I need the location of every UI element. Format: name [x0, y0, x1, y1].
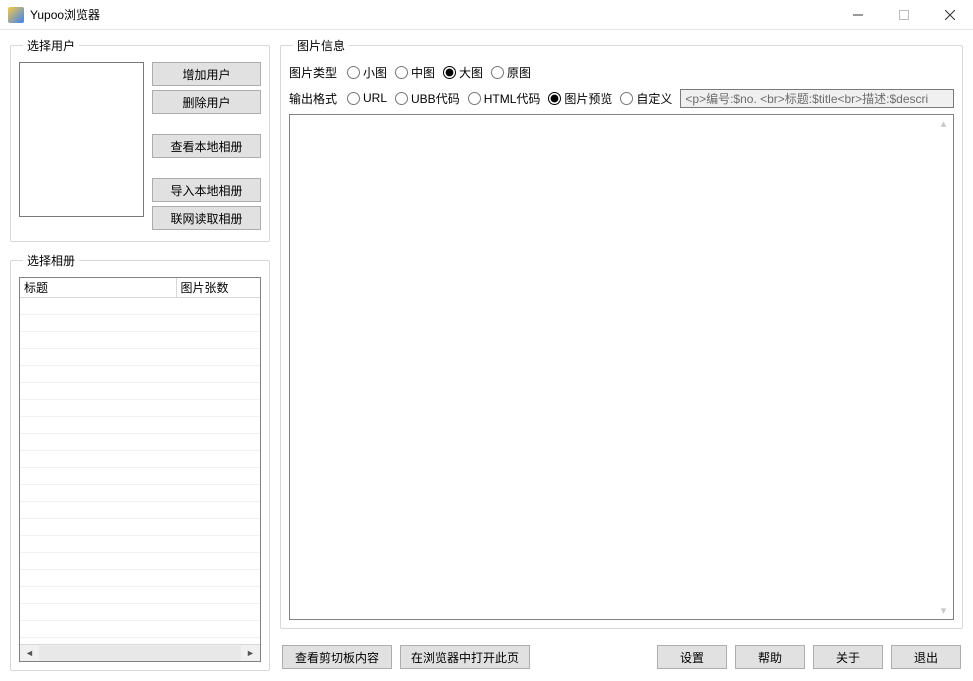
- radio-preview-label: 图片预览: [564, 90, 612, 107]
- titlebar: Yupoo浏览器: [0, 0, 973, 30]
- table-row: [20, 332, 260, 349]
- album-hscrollbar[interactable]: ◄ ►: [20, 644, 260, 661]
- output-format-label: 输出格式: [289, 90, 341, 107]
- radio-preview[interactable]: 图片预览: [548, 90, 612, 107]
- window-controls: [835, 0, 973, 29]
- radio-small-label: 小图: [363, 64, 387, 81]
- radio-html-label: HTML代码: [484, 90, 541, 107]
- about-button[interactable]: 关于: [813, 645, 883, 669]
- delete-user-button[interactable]: 删除用户: [152, 90, 261, 114]
- exit-button[interactable]: 退出: [891, 645, 961, 669]
- client-area: 选择用户 增加用户 删除用户 查看本地相册 导入本地相册 联网读取相册 选择相册: [0, 30, 973, 681]
- radio-original[interactable]: 原图: [491, 64, 531, 81]
- radio-medium-label: 中图: [411, 64, 435, 81]
- help-button[interactable]: 帮助: [735, 645, 805, 669]
- view-clipboard-button[interactable]: 查看剪切板内容: [282, 645, 392, 669]
- fetch-online-album-button[interactable]: 联网读取相册: [152, 206, 261, 230]
- scroll-left-icon[interactable]: ◄: [21, 646, 38, 661]
- radio-small-input[interactable]: [347, 66, 360, 79]
- table-row: [20, 553, 260, 570]
- table-row: [20, 485, 260, 502]
- radio-large[interactable]: 大图: [443, 64, 483, 81]
- preview-vscroll[interactable]: ▴ ▾: [936, 117, 951, 617]
- radio-url-input[interactable]: [347, 92, 360, 105]
- import-local-album-button[interactable]: 导入本地相册: [152, 178, 261, 202]
- table-row: [20, 315, 260, 332]
- maximize-button[interactable]: [881, 0, 927, 29]
- close-button[interactable]: [927, 0, 973, 29]
- table-row: [20, 434, 260, 451]
- table-row: [20, 366, 260, 383]
- table-row: [20, 349, 260, 366]
- user-listbox[interactable]: [19, 62, 144, 217]
- preview-area[interactable]: ▴ ▾: [289, 114, 954, 620]
- radio-large-input[interactable]: [443, 66, 456, 79]
- user-groupbox: 选择用户 增加用户 删除用户 查看本地相册 导入本地相册 联网读取相册: [10, 37, 270, 242]
- custom-template-input[interactable]: [680, 89, 954, 108]
- table-row: [20, 587, 260, 604]
- image-type-label: 图片类型: [289, 64, 341, 81]
- radio-original-input[interactable]: [491, 66, 504, 79]
- open-in-browser-button[interactable]: 在浏览器中打开此页: [400, 645, 530, 669]
- album-col-count[interactable]: 图片张数: [176, 278, 260, 298]
- table-row: [20, 519, 260, 536]
- image-type-row: 图片类型 小图 中图 大图 原图: [289, 62, 954, 82]
- left-column: 选择用户 增加用户 删除用户 查看本地相册 导入本地相册 联网读取相册 选择相册: [10, 37, 270, 671]
- radio-url[interactable]: URL: [347, 91, 387, 105]
- radio-ubb-label: UBB代码: [411, 90, 460, 107]
- table-row: [20, 468, 260, 485]
- settings-button[interactable]: 设置: [657, 645, 727, 669]
- user-buttons: 增加用户 删除用户 查看本地相册 导入本地相册 联网读取相册: [152, 62, 261, 230]
- radio-html[interactable]: HTML代码: [468, 90, 541, 107]
- user-groupbox-legend: 选择用户: [23, 37, 79, 54]
- radio-url-label: URL: [363, 91, 387, 105]
- radio-small[interactable]: 小图: [347, 64, 387, 81]
- image-info-legend: 图片信息: [293, 37, 349, 54]
- table-row: [20, 451, 260, 468]
- album-col-title[interactable]: 标题: [20, 278, 176, 298]
- table-row: [20, 383, 260, 400]
- view-local-album-button[interactable]: 查看本地相册: [152, 134, 261, 158]
- table-row: [20, 536, 260, 553]
- table-row: [20, 298, 260, 315]
- table-row: [20, 604, 260, 621]
- radio-preview-input[interactable]: [548, 92, 561, 105]
- radio-large-label: 大图: [459, 64, 483, 81]
- output-format-row: 输出格式 URL UBB代码 HTML代码 图: [289, 88, 954, 108]
- table-row: [20, 621, 260, 638]
- album-groupbox-legend: 选择相册: [23, 252, 79, 269]
- radio-custom[interactable]: 自定义: [620, 90, 672, 107]
- scroll-track[interactable]: [39, 646, 241, 661]
- radio-medium[interactable]: 中图: [395, 64, 435, 81]
- scroll-right-icon[interactable]: ►: [242, 646, 259, 661]
- radio-medium-input[interactable]: [395, 66, 408, 79]
- radio-ubb[interactable]: UBB代码: [395, 90, 460, 107]
- album-rows[interactable]: [20, 298, 260, 644]
- album-table[interactable]: 标题 图片张数: [19, 277, 261, 662]
- scroll-up-icon[interactable]: ▴: [941, 117, 947, 130]
- scroll-down-icon[interactable]: ▾: [941, 604, 947, 617]
- radio-ubb-input[interactable]: [395, 92, 408, 105]
- window-title: Yupoo浏览器: [30, 6, 835, 23]
- right-column: 图片信息 图片类型 小图 中图 大图: [280, 37, 963, 671]
- table-row: [20, 400, 260, 417]
- album-groupbox: 选择相册 标题 图片张数: [10, 252, 270, 671]
- app-icon: [8, 7, 24, 23]
- radio-html-input[interactable]: [468, 92, 481, 105]
- minimize-button[interactable]: [835, 0, 881, 29]
- image-info-groupbox: 图片信息 图片类型 小图 中图 大图: [280, 37, 963, 629]
- table-row: [20, 502, 260, 519]
- bottom-toolbar: 查看剪切板内容 在浏览器中打开此页 设置 帮助 关于 退出: [280, 639, 963, 671]
- radio-original-label: 原图: [507, 64, 531, 81]
- radio-custom-label: 自定义: [636, 90, 672, 107]
- table-row: [20, 417, 260, 434]
- table-row: [20, 570, 260, 587]
- radio-custom-input[interactable]: [620, 92, 633, 105]
- add-user-button[interactable]: 增加用户: [152, 62, 261, 86]
